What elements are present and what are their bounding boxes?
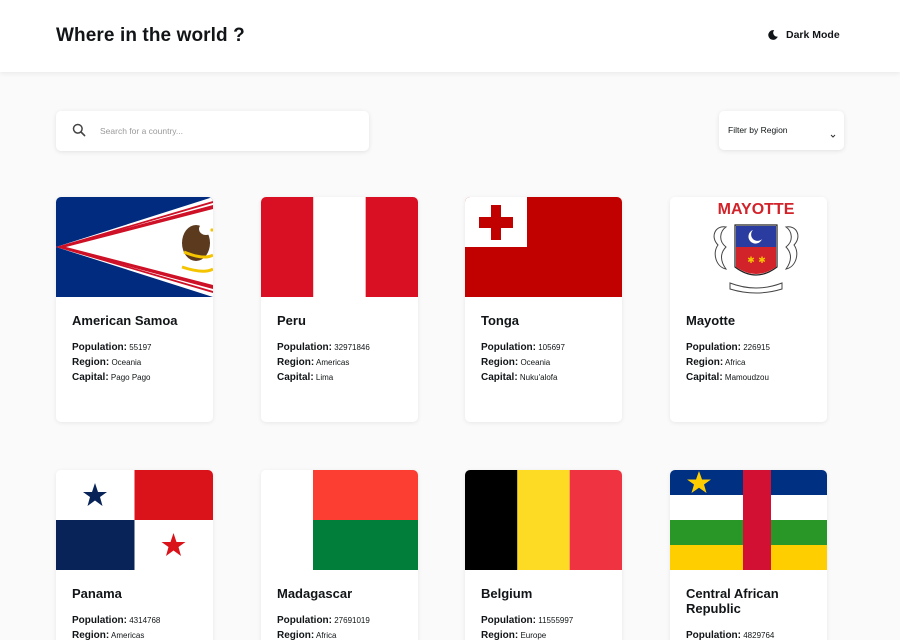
population-row: Population: 11555997: [481, 615, 574, 626]
region-row: Region: Africa: [686, 357, 746, 368]
svg-text:✱: ✱: [758, 255, 766, 265]
country-card[interactable]: MAYOTTE ✱ ✱ Mayotte Population: 226915 R…: [670, 197, 827, 422]
population-value: 105697: [538, 343, 565, 352]
flag-caption: MAYOTTE: [718, 201, 795, 218]
region-filter-label: Filter by Region: [728, 125, 788, 135]
population-row: Population: 32971846: [277, 342, 370, 353]
region-filter-dropdown[interactable]: Filter by Region: [719, 111, 844, 150]
flag-image: [465, 470, 622, 570]
top-header: Where in the world ? Dark Mode: [0, 0, 900, 72]
region-value: Europe: [520, 631, 547, 640]
population-value: 32971846: [334, 343, 370, 352]
flag-image: [670, 470, 827, 570]
region-value: Africa: [316, 631, 337, 640]
region-row: Region: Africa: [277, 630, 337, 640]
capital-row: Capital: Lima: [277, 372, 334, 383]
country-name: Peru: [277, 313, 306, 328]
population-value: 11555997: [538, 616, 574, 625]
population-row: Population: 226915: [686, 342, 770, 353]
population-value: 4829764: [743, 631, 775, 640]
capital-row: Capital: Pago Pago: [72, 372, 151, 383]
dark-mode-toggle[interactable]: Dark Mode: [767, 29, 840, 41]
flag-image: [261, 197, 418, 297]
flag-image: [261, 470, 418, 570]
population-value: 27691019: [334, 616, 370, 625]
region-row: Region: Americas: [72, 630, 145, 640]
app-title: Where in the world ?: [56, 25, 245, 46]
population-value: 226915: [743, 343, 770, 352]
capital-row: Capital: Nuku'alofa: [481, 372, 558, 383]
capital-value: Nuku'alofa: [519, 373, 558, 382]
region-row: Region: Americas: [277, 357, 350, 368]
country-card[interactable]: Madagascar Population: 27691019 Region: …: [261, 470, 418, 640]
moon-icon: [767, 29, 779, 41]
region-row: Region: Oceania: [481, 357, 551, 368]
region-value: Oceania: [520, 358, 551, 367]
country-name: Panama: [72, 586, 122, 601]
country-name: Belgium: [481, 586, 533, 601]
region-value: Americas: [111, 631, 145, 640]
capital-value: Pago Pago: [110, 373, 151, 382]
search-box[interactable]: [56, 111, 369, 151]
flag-image: [465, 197, 622, 297]
flag-image: [56, 197, 213, 297]
country-name: Central African Republic: [686, 586, 779, 616]
region-value: Africa: [725, 358, 746, 367]
capital-value: Mamoudzou: [724, 373, 769, 382]
population-row: Population: 105697: [481, 342, 565, 353]
flag-image: [56, 470, 213, 570]
dark-mode-label: Dark Mode: [786, 29, 840, 41]
population-row: Population: 4314768: [72, 615, 161, 626]
population-value: 55197: [129, 343, 152, 352]
country-card[interactable]: Panama Population: 4314768 Region: Ameri…: [56, 470, 213, 640]
population-row: Population: 55197: [72, 342, 152, 353]
population-row: Population: 27691019: [277, 615, 370, 626]
country-name: Madagascar: [277, 586, 353, 601]
country-card[interactable]: Peru Population: 32971846 Region: Americ…: [261, 197, 418, 422]
region-row: Region: Europe: [481, 630, 547, 640]
country-card[interactable]: Belgium Population: 11555997 Region: Eur…: [465, 470, 622, 640]
country-name: American Samoa: [72, 313, 178, 328]
region-value: Americas: [316, 358, 350, 367]
population-row: Population: 4829764: [686, 630, 775, 640]
region-value: Oceania: [111, 358, 142, 367]
population-value: 4314768: [129, 616, 161, 625]
region-row: Region: Oceania: [72, 357, 142, 368]
capital-value: Lima: [315, 373, 334, 382]
country-name: Tonga: [481, 313, 520, 328]
capital-row: Capital: Mamoudzou: [686, 372, 769, 383]
country-card[interactable]: Tonga Population: 105697 Region: Oceania…: [465, 197, 622, 422]
svg-text:✱: ✱: [747, 255, 755, 265]
country-name: Mayotte: [686, 313, 736, 328]
country-card[interactable]: Central African Republic Population: 482…: [670, 470, 827, 640]
chevron-down-icon: [830, 126, 836, 144]
search-icon: [72, 123, 86, 142]
search-input[interactable]: [100, 121, 350, 141]
flag-image: MAYOTTE ✱ ✱: [670, 197, 827, 297]
country-card[interactable]: American Samoa Population: 55197 Region:…: [56, 197, 213, 422]
